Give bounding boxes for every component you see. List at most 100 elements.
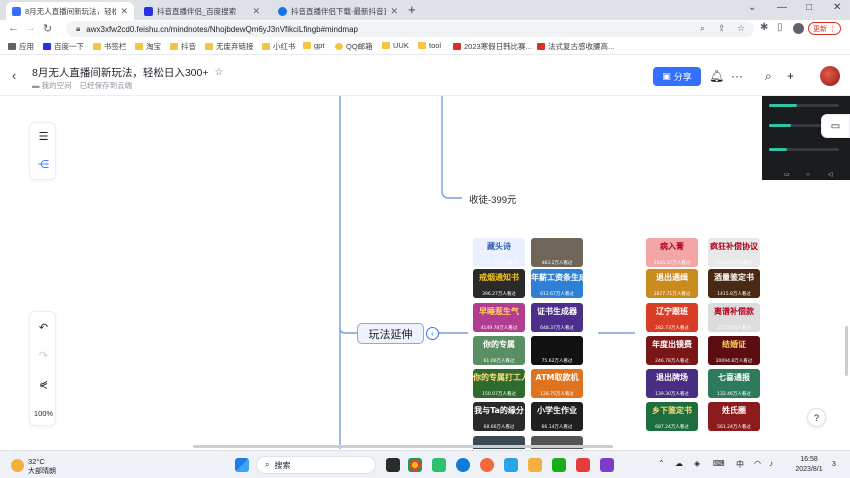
notification-count[interactable]: 3 <box>832 461 836 468</box>
volume-icon[interactable]: ♪ <box>769 459 773 468</box>
mindmap-node-main[interactable]: 玩法延伸 <box>357 323 424 344</box>
bookmark-folder[interactable]: 书签栏 <box>93 41 127 52</box>
template-thumbnail[interactable]: 年度出镜费 246.78万人看过 <box>646 336 698 365</box>
template-thumbnail[interactable]: 辽宁跟班 282.73万人看过 <box>646 303 698 332</box>
bookmark-item[interactable]: 2023寒假日韩比赛... <box>453 41 532 52</box>
template-thumbnail[interactable]: 小学生作业 66.14万人看过 <box>531 402 583 431</box>
template-thumbnail[interactable]: 离谱补偿款 271.54万人看过 <box>708 303 760 332</box>
sidebar-icon[interactable]: ▯ <box>777 22 783 33</box>
more-horizontal-icon[interactable]: ··· <box>731 69 743 83</box>
bookmark-folder[interactable]: 抖音 <box>170 41 196 52</box>
horizontal-scrollbar[interactable] <box>193 445 613 448</box>
template-thumbnail[interactable]: 年薪工资条生成器 612.67万人看过 <box>531 269 583 298</box>
outline-list-icon[interactable]: ☰ <box>30 130 57 143</box>
close-tab-icon[interactable]: ✕ <box>120 6 128 17</box>
template-thumbnail[interactable]: 75.62万人看过 <box>531 336 583 365</box>
task-view-icon[interactable] <box>386 458 400 472</box>
cloud-icon[interactable]: ☁ <box>675 459 683 468</box>
clock[interactable]: 16:58 2023/8/1 <box>787 455 831 475</box>
favorite-star-icon[interactable]: ☆ <box>215 67 224 78</box>
template-thumbnail[interactable]: 退出通缉 2877.71万人看过 <box>646 269 698 298</box>
bookmark-baidu[interactable]: 百度一下 <box>43 41 84 52</box>
ime-indicator[interactable]: 中 <box>736 459 744 470</box>
firefox-icon[interactable] <box>480 458 494 472</box>
template-thumbnail[interactable]: 463.2万人看过 <box>531 238 583 267</box>
search-icon[interactable]: ⌕ <box>765 69 772 84</box>
redo-icon[interactable]: ↷ <box>30 349 57 362</box>
collapse-node-icon[interactable]: ‹ <box>426 327 439 340</box>
close-window-button[interactable]: ✕ <box>833 2 841 13</box>
close-tab-icon[interactable]: ✕ <box>252 6 260 17</box>
template-thumbnail[interactable]: 疯狂补偿协议 5836.24万人看过 <box>708 238 760 267</box>
new-tab-button[interactable]: + <box>408 2 416 17</box>
share-page-icon[interactable]: ⇪ <box>718 23 726 34</box>
bookmark-qqmail[interactable]: QQ邮箱 <box>335 41 373 52</box>
template-thumbnail[interactable]: 姓氏圈 561.24万人看过 <box>708 402 760 431</box>
user-avatar[interactable] <box>820 66 840 86</box>
mindmap-node-branch[interactable]: 收徒-399元 <box>469 192 517 206</box>
minimize-button[interactable]: — <box>777 2 787 13</box>
bookmark-folder[interactable]: tool <box>418 41 441 50</box>
template-thumbnail[interactable]: 酒量鉴定书 1415.8万人看过 <box>708 269 760 298</box>
undo-icon[interactable]: ↶ <box>30 321 57 334</box>
bookmark-folder[interactable]: gpt <box>303 41 324 50</box>
template-thumbnail[interactable]: 证书生成器 648.37万人看过 <box>531 303 583 332</box>
bookmark-folder[interactable]: 无废弃链接 <box>205 41 254 52</box>
template-thumbnail[interactable]: 你的专属 61.06万人看过 <box>473 336 525 365</box>
template-thumbnail[interactable]: 退出牌场 139.30万人看过 <box>646 369 698 398</box>
comment-icon[interactable]: ▭ <box>821 114 850 138</box>
bookmark-apps[interactable]: 应用 <box>8 41 34 52</box>
maximize-button[interactable]: □ <box>806 2 812 13</box>
extensions-icon[interactable]: ✱ <box>760 22 768 33</box>
template-thumbnail[interactable]: 藏头诗 1135.36万人看过 <box>473 238 525 267</box>
add-icon[interactable]: + <box>787 69 794 83</box>
bookmark-item[interactable]: 法式复古感收腰高... <box>537 41 614 52</box>
weather-widget[interactable]: 32°C 大部晴朗 <box>11 457 71 475</box>
template-thumbnail[interactable]: 结婚证 20094.8万人看过 <box>708 336 760 365</box>
template-thumbnail[interactable]: 病入膏 1505.37万人看过 <box>646 238 698 267</box>
template-thumbnail[interactable]: 戒烟通知书 396.27万人看过 <box>473 269 525 298</box>
close-tab-icon[interactable]: ✕ <box>390 6 398 17</box>
template-thumbnail[interactable]: 乡下鉴定书 687.24万人看过 <box>646 402 698 431</box>
phone-screenshot-image[interactable]: ▭ ○ ◁ <box>762 96 850 180</box>
tab-search-chevron-icon[interactable]: ⌄ <box>748 2 756 13</box>
windows-start-icon[interactable] <box>235 458 249 472</box>
wifi-icon[interactable]: ◠ <box>754 459 761 468</box>
bell-icon[interactable]: 🔔︎ <box>709 69 724 83</box>
doc-location[interactable]: ▬ 我的空间 <box>32 80 72 91</box>
app-tray-icon[interactable]: ◈ <box>694 459 700 468</box>
template-thumbnail[interactable]: 早睡惹生气 4149.78万人看过 <box>473 303 525 332</box>
layout-direction-icon[interactable]: ⋞ <box>30 378 57 391</box>
template-thumbnail[interactable]: 你的专属打工人 150.07万人看过 <box>473 369 525 398</box>
chrome-icon[interactable] <box>408 458 422 472</box>
bookmark-folder[interactable]: UUK <box>382 41 409 50</box>
forward-arrow-icon[interactable]: → <box>25 22 36 34</box>
url-input[interactable]: 🔒︎ awx3xfw2cd0.feishu.cn/mindnotes/Nhojb… <box>66 21 754 37</box>
app-icon[interactable] <box>504 458 518 472</box>
browser-tab-feishu[interactable]: 8月无人直播间新玩法，轻松日入 ✕ <box>6 2 134 20</box>
bookmark-folder[interactable]: 淘宝 <box>135 41 161 52</box>
mindmap-canvas[interactable]: ☰ ⋲ ↶ ↷ ⋞ 100% 玩法延伸 ‹ 收徒-399元 藏头诗 1135.36… <box>0 96 850 449</box>
zoom-level[interactable]: 100% <box>30 409 57 418</box>
edge-icon[interactable] <box>456 458 470 472</box>
doc-title[interactable]: 8月无人直播间新玩法，轻松日入300+ <box>32 65 209 80</box>
profile-avatar[interactable] <box>793 23 804 34</box>
taskbar-search[interactable]: ⌕ 搜索 <box>256 456 376 474</box>
template-thumbnail[interactable]: 七喜通报 132.46万人看过 <box>708 369 760 398</box>
update-button[interactable]: 更新 ⋮ <box>808 22 841 35</box>
structure-icon[interactable]: ⋲ <box>30 158 57 171</box>
help-icon[interactable]: ? <box>807 408 826 427</box>
template-thumbnail[interactable]: ATM取款机 128.75万人看过 <box>531 369 583 398</box>
browser-tab-download[interactable]: 抖音直播伴侣下载-最新抖音直播 ✕ <box>272 2 404 20</box>
bookmark-star-icon[interactable]: ☆ <box>737 23 745 34</box>
back-arrow-icon[interactable]: ← <box>8 22 19 34</box>
tray-chevron-icon[interactable]: ⌃ <box>658 459 665 468</box>
template-thumbnail[interactable]: 我与Ta的缘分 68.66万人看过 <box>473 402 525 431</box>
back-chevron-icon[interactable]: ‹ <box>12 68 16 83</box>
app-icon[interactable] <box>432 458 446 472</box>
search-icon[interactable]: ⌕ <box>700 23 705 34</box>
share-button[interactable]: ▣ 分享 <box>653 67 701 86</box>
reload-icon[interactable]: ↻ <box>43 22 52 35</box>
app-icon[interactable] <box>600 458 614 472</box>
file-explorer-icon[interactable] <box>528 458 542 472</box>
